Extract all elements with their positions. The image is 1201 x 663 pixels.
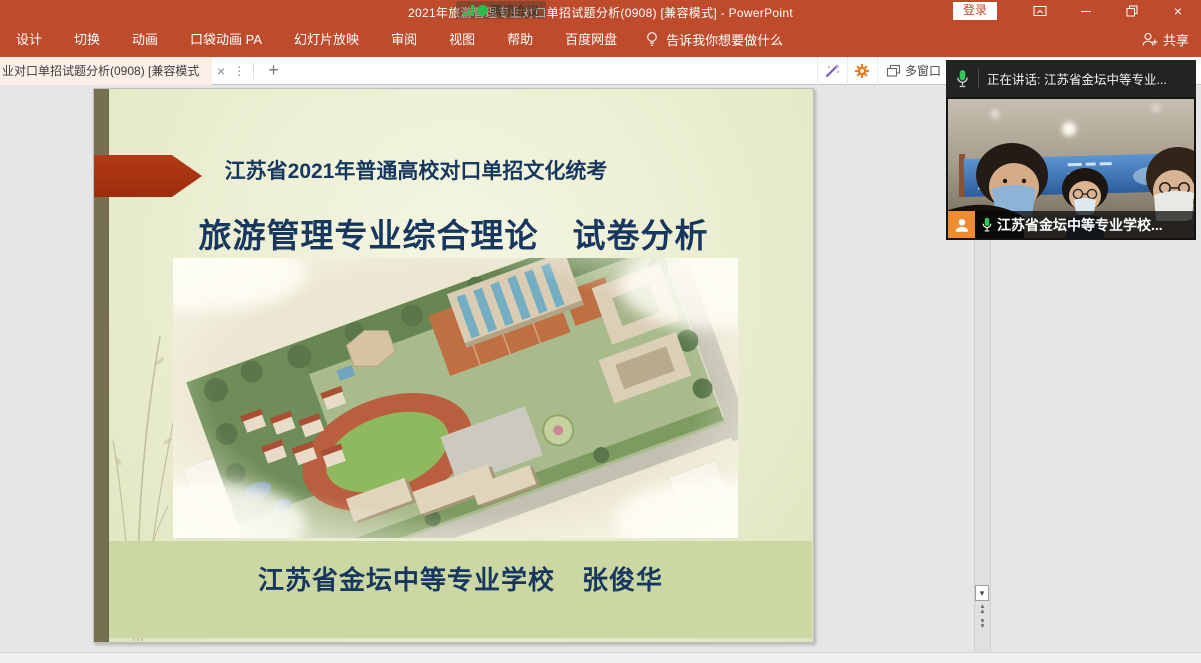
campus-aerial-image[interactable]: [173, 258, 738, 538]
tab-design[interactable]: 设计: [0, 22, 58, 57]
tab-transitions[interactable]: 切换: [58, 22, 116, 57]
document-tab[interactable]: 业对口单招试题分析(0908) [兼容模式: [0, 57, 212, 85]
gear-icon: [854, 63, 870, 79]
restore-button[interactable]: [1109, 0, 1155, 22]
document-tab-label: 业对口单招试题分析(0908) [兼容模式: [2, 62, 212, 79]
tab-close-button[interactable]: ×: [212, 63, 230, 79]
footer-band: 江苏省金坛中等专业学校 张俊华: [109, 541, 812, 638]
title-bar: 2021年旅游管理专业对口单招试题分析(0908) [兼容模式] - Power…: [0, 0, 1201, 22]
previous-slide-button[interactable]: ▲ ▲: [975, 604, 990, 614]
tencent-meeting-badge[interactable]: 腾讯会议: [456, 1, 546, 19]
share-label: 共享: [1163, 30, 1189, 49]
tab-pocket-animation[interactable]: 口袋动画 PA: [174, 22, 278, 57]
tabbar-tools: 多窗口: [817, 57, 949, 85]
signal-bars-icon: [463, 5, 474, 16]
minimize-button[interactable]: [1063, 0, 1109, 22]
speaking-text: 正在讲话: 江苏省金坛中等专业...: [987, 69, 1167, 88]
next-slide-button[interactable]: ▼ ▼: [975, 619, 990, 629]
restore-icon: [1126, 5, 1138, 17]
new-tab-button[interactable]: +: [259, 60, 288, 81]
multi-window-button[interactable]: 多窗口: [877, 57, 949, 85]
settings-button[interactable]: [847, 57, 877, 85]
participant-avatar: [948, 211, 975, 238]
scroll-down-button[interactable]: ▾: [975, 585, 989, 601]
status-bar: [0, 652, 1201, 663]
tab-help[interactable]: 帮助: [491, 22, 549, 57]
person-icon: [953, 216, 971, 234]
magic-wand-button[interactable]: [817, 57, 847, 85]
speaking-bar: 正在讲话: 江苏省金坛中等专业...: [946, 60, 1196, 97]
close-icon: ×: [1174, 4, 1182, 18]
microphone-icon: [955, 68, 970, 89]
slide[interactable]: 江苏省2021年普通高校对口单招文化统考 旅游管理专业综合理论 试卷分析: [93, 88, 814, 643]
close-button[interactable]: ×: [1155, 0, 1201, 22]
tab-more-button[interactable]: ⋮: [230, 64, 248, 78]
tabbar-separator: [253, 63, 254, 79]
window-controls: 登录 ×: [953, 0, 1201, 22]
slide-subtitle[interactable]: 江苏省2021年普通高校对口单招文化统考: [176, 155, 656, 185]
slide-footer[interactable]: 江苏省金坛中等专业学校 张俊华: [109, 560, 812, 597]
tell-me-box[interactable]: 告诉我你想要做什么: [645, 30, 783, 49]
ribbon-tab-row: 设计 切换 动画 口袋动画 PA 幻灯片放映 审阅 视图 帮助 百度网盘 告诉我…: [0, 22, 1201, 57]
tell-me-label: 告诉我你想要做什么: [666, 30, 783, 49]
meeting-overlay[interactable]: 正在讲话: 江苏省金坛中等专业...: [946, 60, 1196, 240]
tab-review[interactable]: 审阅: [375, 22, 433, 57]
meeting-badge-label: 腾讯会议: [491, 2, 539, 19]
tab-slideshow[interactable]: 幻灯片放映: [278, 22, 375, 57]
minimize-icon: [1081, 11, 1091, 12]
person-plus-icon: [1141, 32, 1158, 47]
lightbulb-icon: [645, 31, 659, 48]
sign-in-button[interactable]: 登录: [953, 2, 997, 20]
tab-baidu-netdisk[interactable]: 百度网盘: [549, 22, 633, 57]
ribbon-display-options-icon: [1033, 5, 1047, 17]
multi-window-label: 多窗口: [905, 62, 941, 79]
participant-label-bar: 江苏省金坛中等专业学校...: [948, 211, 1194, 238]
slide-title[interactable]: 旅游管理专业综合理论 试卷分析: [94, 209, 813, 257]
participant-name: 江苏省金坛中等专业学校...: [997, 215, 1163, 235]
ribbon-display-options-button[interactable]: [1017, 0, 1063, 22]
participant-mic-icon: [981, 216, 993, 233]
green-dot-icon: [477, 5, 488, 16]
share-button[interactable]: 共享: [1141, 22, 1189, 57]
speaking-bar-divider: [978, 69, 979, 89]
tab-animations[interactable]: 动画: [116, 22, 174, 57]
tab-view[interactable]: 视图: [433, 22, 491, 57]
video-feed[interactable]: 江苏省金坛中等专业学校...: [946, 97, 1196, 240]
multi-window-icon: [886, 64, 901, 78]
magic-wand-icon: [824, 63, 840, 79]
